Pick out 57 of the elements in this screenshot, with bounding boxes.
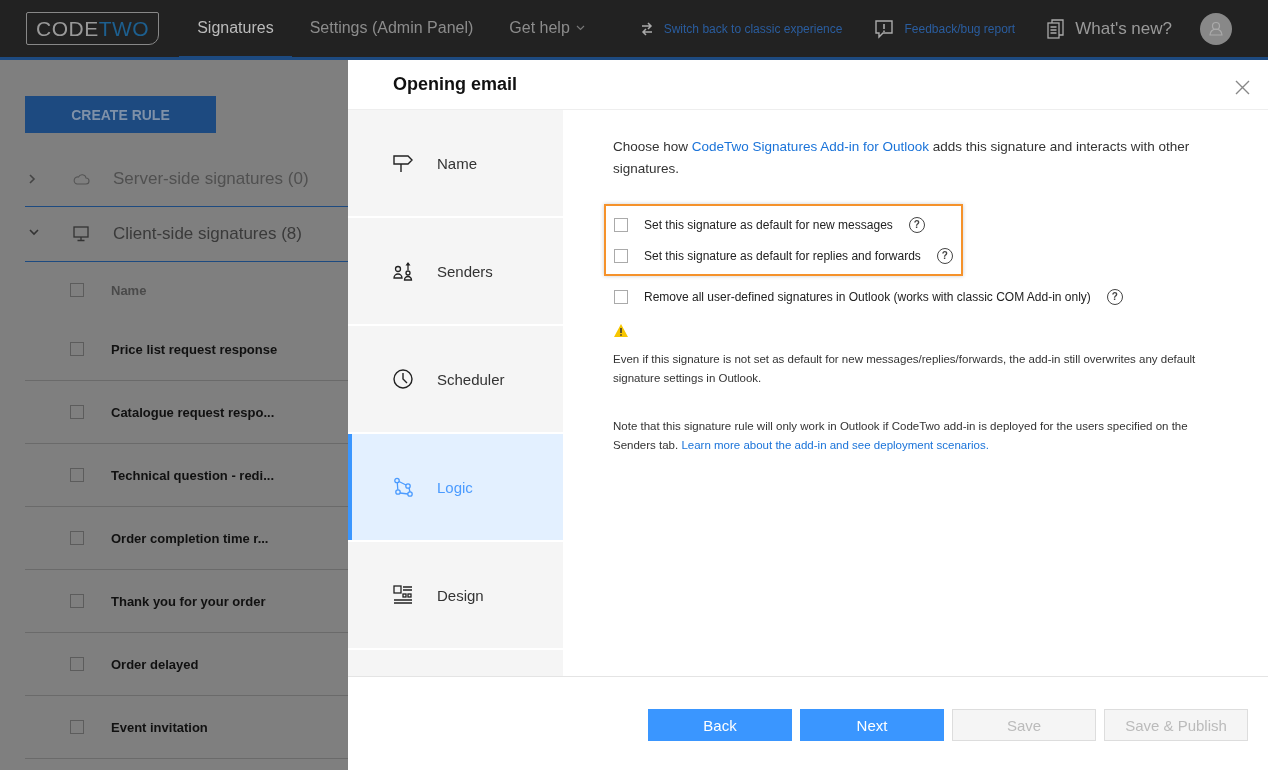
checkbox[interactable] bbox=[70, 657, 84, 671]
add-in-link[interactable]: CodeTwo Signatures Add-in for Outlook bbox=[691, 139, 929, 154]
clock-icon bbox=[393, 369, 413, 389]
option-label: Set this signature as default for replies and forwards bbox=[644, 248, 921, 263]
close-icon[interactable] bbox=[1235, 80, 1250, 95]
table-cell: Event invitation bbox=[111, 719, 208, 735]
swap-arrows-icon bbox=[639, 21, 654, 36]
monitor-icon bbox=[73, 226, 89, 242]
checkbox[interactable] bbox=[70, 283, 84, 297]
warning-text: Even if this signature is not set as default for new messages/replies/forwards, the add-in still overwrites any default signature settings in Outlook. bbox=[613, 352, 1197, 386]
group-title[interactable]: Client-side signatures (8) bbox=[113, 224, 302, 244]
checkbox[interactable] bbox=[614, 217, 628, 232]
checkbox[interactable] bbox=[70, 531, 84, 545]
people-icon bbox=[393, 261, 413, 281]
note-text: Note that this signature rule will only work in Outlook if CodeTwo add-in is deployed for the users specified on the Senders tab. Learn more about the add-in and see deployment scenarios. bbox=[613, 419, 1189, 453]
checkbox[interactable] bbox=[70, 720, 84, 734]
cloud-icon bbox=[72, 172, 90, 186]
checkbox[interactable] bbox=[614, 248, 628, 263]
nodes-icon bbox=[393, 477, 413, 497]
person-icon bbox=[1209, 21, 1223, 36]
learn-more-link[interactable]: Learn more about the add-in and see deployment scenarios. bbox=[681, 439, 989, 451]
speech-bubble-icon bbox=[874, 18, 895, 39]
intro-text: Choose how CodeTwo Signatures Add-in for Outlook adds this signature and interacts with other signatures. bbox=[613, 138, 1191, 178]
step-tab[interactable]: Name bbox=[348, 110, 563, 216]
checkbox[interactable] bbox=[70, 405, 84, 419]
whats-new-link[interactable]: What's new? bbox=[1075, 18, 1172, 39]
avatar[interactable] bbox=[1200, 12, 1232, 45]
signpost-icon bbox=[393, 153, 413, 173]
table-cell: Order delayed bbox=[111, 656, 199, 672]
step-tab[interactable]: Design bbox=[348, 542, 563, 648]
header-link[interactable]: Switch back to classic experience bbox=[663, 21, 843, 36]
step-tab[interactable]: Scheduler bbox=[348, 326, 563, 432]
checkbox[interactable] bbox=[614, 289, 628, 304]
step-tab[interactable]: Logic bbox=[348, 434, 563, 540]
dialog-title: Opening email bbox=[393, 74, 518, 95]
checkbox[interactable] bbox=[70, 594, 84, 608]
checkbox[interactable] bbox=[70, 468, 84, 482]
warning-icon bbox=[613, 323, 629, 338]
table-cell: Price list request response bbox=[111, 341, 278, 357]
table-cell: Order completion time r... bbox=[111, 530, 269, 546]
logo-text: CODE bbox=[36, 16, 99, 41]
step-tab[interactable]: Senders bbox=[348, 218, 563, 324]
footer-button[interactable]: Next bbox=[800, 709, 944, 741]
nav-tab[interactable]: Get help bbox=[491, 0, 603, 60]
footer-button[interactable]: Back bbox=[648, 709, 792, 741]
create-rule-button[interactable]: CREATE RULE bbox=[25, 96, 216, 133]
checkbox[interactable] bbox=[70, 342, 84, 356]
documents-icon bbox=[1047, 18, 1066, 39]
logo-text: TWO bbox=[98, 16, 150, 41]
layout-icon bbox=[393, 585, 413, 605]
table-cell: Technical question - redi... bbox=[111, 467, 274, 483]
table-cell: Thank you for your order bbox=[111, 593, 266, 609]
header-link[interactable]: Feedback/bug report bbox=[904, 21, 1016, 36]
table-cell: Catalogue request respo... bbox=[111, 404, 275, 420]
option-label: Set this signature as default for new messages bbox=[644, 217, 893, 232]
option-label: Remove all user-defined signatures in Outlook (works with classic COM Add-in only) bbox=[644, 289, 1091, 304]
nav-tab[interactable]: Settings (Admin Panel) bbox=[291, 0, 492, 60]
